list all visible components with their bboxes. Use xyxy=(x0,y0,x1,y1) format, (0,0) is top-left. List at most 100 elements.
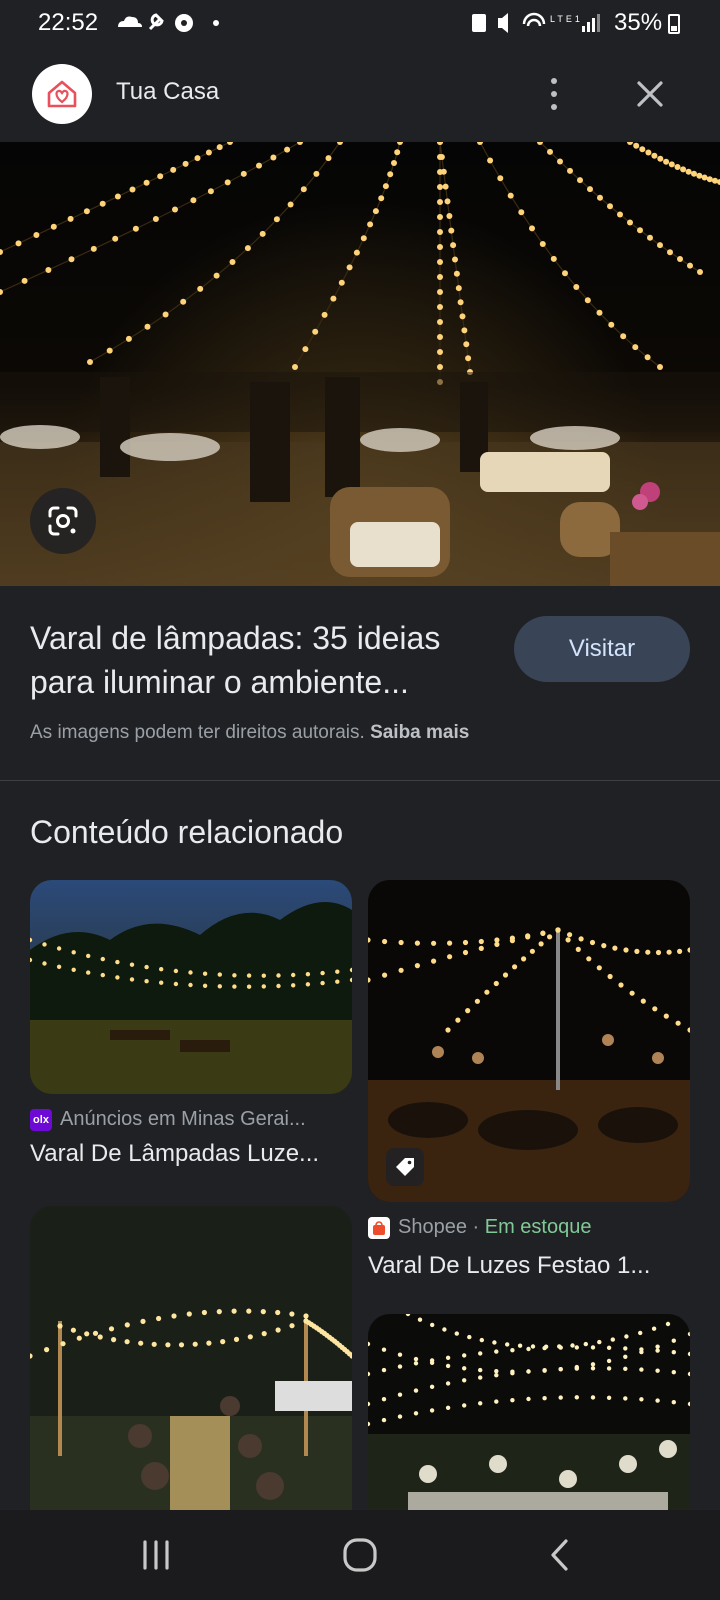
learn-more-link[interactable]: Saiba mais xyxy=(370,722,469,743)
related-image-1 xyxy=(30,880,352,1094)
light-bulb xyxy=(129,962,135,967)
close-button[interactable] xyxy=(632,76,668,112)
light-bulb xyxy=(639,146,646,153)
light-bulb xyxy=(129,977,135,982)
light-bulb xyxy=(437,274,443,280)
light-bulb xyxy=(445,1355,451,1360)
light-bulb xyxy=(633,142,640,149)
light-bulb xyxy=(140,1318,146,1324)
price-tag-button[interactable] xyxy=(386,1148,424,1186)
hero-scene xyxy=(0,142,720,586)
light-bulb xyxy=(448,227,455,234)
related-card-image-1[interactable] xyxy=(30,880,352,1094)
related-title-1[interactable]: Varal De Lâmpadas Luze... xyxy=(30,1140,352,1168)
light-bulb xyxy=(437,199,443,205)
light-bulb xyxy=(394,149,401,156)
related-source-2[interactable]: Shopee · Em estoque xyxy=(368,1216,690,1239)
light-bulb xyxy=(229,259,236,265)
home-button[interactable] xyxy=(300,1510,420,1600)
light-bulb xyxy=(70,1327,76,1333)
light-bulb xyxy=(246,984,252,989)
light-bulb xyxy=(190,197,197,204)
light-bulb xyxy=(447,954,453,960)
light-bulb xyxy=(478,1401,483,1406)
light-bulb xyxy=(558,1367,563,1372)
light-bulb xyxy=(273,216,280,223)
site-name[interactable]: Tua Casa xyxy=(116,78,219,106)
light-bulb xyxy=(437,349,443,355)
recent-apps-button[interactable] xyxy=(96,1510,216,1600)
light-bulb xyxy=(445,1363,451,1369)
light-bulb xyxy=(178,1342,185,1348)
light-bulb xyxy=(413,1356,419,1362)
status-time: 22:52 xyxy=(38,9,99,36)
light-bulb xyxy=(305,972,311,977)
copyright-notice: As imagens podem ter direitos autorais. … xyxy=(30,722,469,744)
light-bulb xyxy=(462,939,469,946)
light-bulb xyxy=(510,1369,515,1374)
light-bulb xyxy=(437,244,443,250)
light-bulb xyxy=(387,171,394,178)
light-bulb xyxy=(509,938,515,944)
light-bulb xyxy=(590,1366,596,1371)
light-bulb xyxy=(173,968,179,974)
light-bulb xyxy=(507,192,514,199)
light-bulb xyxy=(493,980,499,987)
light-bulb xyxy=(335,979,340,984)
light-bulb xyxy=(186,1311,192,1317)
light-bulb xyxy=(292,364,298,370)
light-bulb xyxy=(100,956,106,962)
result-title[interactable]: Varal de lâmpadas: 35 ideias para ilumin… xyxy=(30,616,480,704)
light-bulb xyxy=(596,309,603,316)
light-bulb xyxy=(462,1378,467,1383)
light-bulb xyxy=(478,1375,483,1380)
hero-image[interactable] xyxy=(0,142,720,586)
light-bulb xyxy=(313,170,320,177)
light-bulb xyxy=(335,969,340,974)
related-card-image-4[interactable] xyxy=(368,1314,690,1510)
light-bulb xyxy=(124,1322,130,1328)
light-bulb xyxy=(478,945,484,951)
light-bulb xyxy=(494,1349,499,1354)
light-bulb xyxy=(557,158,563,165)
light-bulb xyxy=(232,984,237,989)
light-bulb xyxy=(92,1330,99,1336)
light-bulb xyxy=(437,289,443,295)
light-bulb xyxy=(144,964,149,970)
light-bulb xyxy=(276,983,281,989)
light-bulb xyxy=(612,945,618,951)
light-bulb xyxy=(465,1008,471,1014)
close-icon xyxy=(637,81,663,107)
light-bulb xyxy=(606,1358,612,1364)
light-bulb xyxy=(45,267,52,273)
light-bulb xyxy=(539,241,546,247)
related-card-image-3[interactable] xyxy=(30,1206,352,1510)
light-bulb xyxy=(445,1405,451,1410)
light-bulb xyxy=(157,173,164,180)
light-bulb xyxy=(188,970,193,975)
light-bulb xyxy=(206,1340,212,1346)
light-bulb xyxy=(655,1368,660,1373)
result-title-line2: para iluminar o ambiente... xyxy=(30,664,409,700)
light-bulb xyxy=(505,1342,510,1347)
light-bulb xyxy=(192,1341,198,1347)
site-avatar[interactable] xyxy=(32,64,92,124)
google-lens-button[interactable] xyxy=(30,488,96,554)
light-bulb xyxy=(303,1313,309,1319)
light-bulb xyxy=(398,967,404,973)
more-options-button[interactable] xyxy=(546,74,562,114)
light-bulb xyxy=(634,948,640,954)
light-bulb xyxy=(437,184,443,190)
light-bulb xyxy=(33,232,40,238)
light-bulb xyxy=(454,1331,459,1336)
light-bulb xyxy=(111,1337,117,1343)
back-button[interactable] xyxy=(500,1510,620,1600)
light-bulb xyxy=(429,1384,435,1389)
related-source-1[interactable]: olx Anúncios em Minas Gerai... xyxy=(30,1108,352,1131)
light-bulb xyxy=(526,1346,531,1352)
related-title-2[interactable]: Varal De Luzes Festao 1... xyxy=(368,1252,690,1280)
light-bulb xyxy=(129,186,136,193)
visit-button[interactable]: Visitar xyxy=(514,616,690,682)
light-bulb xyxy=(429,1360,435,1365)
light-bulb xyxy=(447,940,453,946)
